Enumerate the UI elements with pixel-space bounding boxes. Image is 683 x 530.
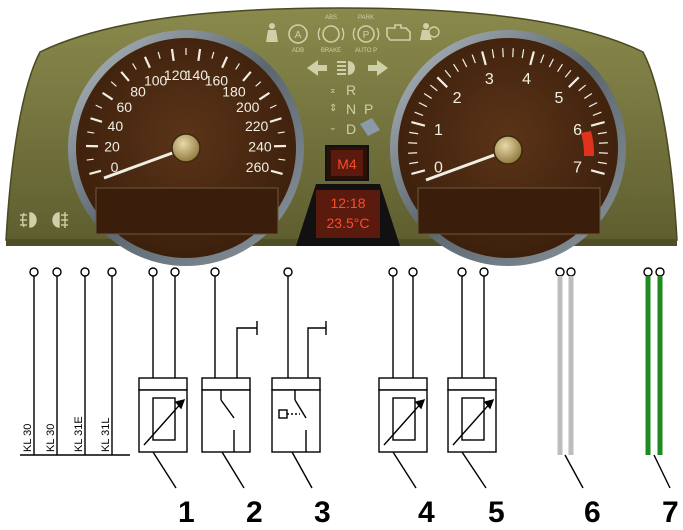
gear-r: R [346,82,356,98]
gear-display-value: M4 [337,156,357,172]
terminal-pin [80,267,90,277]
tachometer-hub [493,135,523,165]
speedometer-hub [171,133,201,163]
terminal-label-kl30-b: KL 30 [45,424,57,452]
component-1-variable-resistor [138,267,188,453]
speed-label-40: 40 [108,118,124,134]
component-3-actuated-switch [271,267,327,453]
svg-text:A: A [295,30,302,41]
gear-updown-arrow-icon: ⇕ [329,103,337,114]
speed-label-20: 20 [104,139,120,155]
speedometer-lower-window [95,187,279,235]
minor-tick [86,158,94,161]
terminal-pin [29,267,39,277]
minor-tick [278,158,286,161]
rpm-label-1: 1 [434,122,443,139]
speed-label-260: 260 [246,159,270,175]
callout-6: 6 [584,496,601,529]
component-6-gray-wires [555,267,576,455]
terminal-label-kl31l: KL 31L [100,418,112,452]
callout-numbers: 1 2 3 4 5 6 7 [178,496,679,529]
terminal-label-kl31e: KL 31E [73,416,85,452]
gear-d: D [346,121,356,137]
callout-3: 3 [314,496,331,529]
callout-1: 1 [178,496,195,529]
tachometer: 0123 4567 [390,30,626,266]
abs-label: ABS [325,15,337,21]
rpm-label-5: 5 [554,90,563,107]
callout-5: 5 [488,496,505,529]
callout-7: 7 [662,496,679,529]
gear-p: P [364,101,373,117]
clock-display: 12:18 [330,195,365,211]
terminal-label-kl30-a: KL 30 [22,424,34,452]
circuit-diagram: KL 30 KL 30 KL 31E KL 31L 1 2 3 4 5 6 7 [20,267,679,529]
gear-up-arrow-icon: ⌅ [329,85,337,95]
rpm-label-2: 2 [453,90,462,107]
tachometer-lower-window [417,187,601,235]
gear-n: N [346,101,356,117]
park-label: PARK [358,15,374,21]
auto-p-label: AUTO P [355,48,377,54]
temperature-display: 23.5°C [327,215,370,231]
terminal-labels: KL 30 KL 30 KL 31E KL 31L [22,416,112,452]
brake-label: BRAKE [321,48,341,54]
component-5-variable-resistor [447,267,497,453]
svg-text:P: P [363,30,370,41]
rpm-label-4: 4 [522,71,531,88]
speed-label-240: 240 [248,139,272,155]
component-7-green-wires [643,267,665,455]
speed-label-200: 200 [236,99,260,115]
component-2-switch [201,267,258,453]
rpm-label-7: 7 [573,159,582,176]
adb-label: ADB [292,48,304,54]
instrument-cluster: 020406080100120140160180200220240260 012… [5,7,678,266]
speedometer: 020406080100120140160180200220240260 [68,30,304,266]
speed-label-180: 180 [222,84,246,100]
terminal-pin [107,267,117,277]
rpm-label-6: 6 [573,122,582,139]
callout-leaders [152,451,671,489]
speed-label-220: 220 [245,118,269,134]
callout-4: 4 [418,496,435,529]
component-4-variable-resistor [378,267,428,453]
instrument-cluster-diagram: 020406080100120140160180200220240260 012… [5,7,679,529]
terminal-pin [52,267,62,277]
gear-down-arrow-icon: ⌄ [329,122,337,132]
rpm-label-3: 3 [485,71,494,88]
callout-2: 2 [246,496,263,529]
speed-label-60: 60 [116,99,132,115]
